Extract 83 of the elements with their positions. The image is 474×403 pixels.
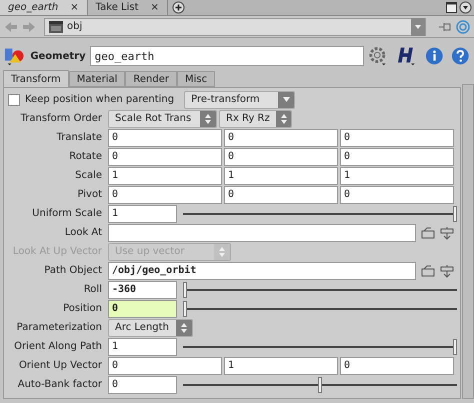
input-field[interactable]: 0 <box>108 186 222 204</box>
pin-icon[interactable] <box>438 20 452 32</box>
tab[interactable]: Render <box>125 71 177 87</box>
dropdown-arrow-icon[interactable] <box>282 97 290 102</box>
slider-handle[interactable] <box>453 206 457 222</box>
parameter-label: Pivot <box>76 188 103 202</box>
parameter-label: Position <box>62 302 103 316</box>
input-field[interactable]: 0 <box>340 356 454 374</box>
slider-handle[interactable] <box>453 338 457 354</box>
slider-track[interactable] <box>183 376 457 392</box>
node-chooser-icon[interactable] <box>421 264 435 276</box>
tab[interactable]: Transform <box>3 70 69 87</box>
checkbox[interactable] <box>8 94 20 106</box>
path-field[interactable]: obj <box>44 18 426 36</box>
slider-handle[interactable] <box>318 376 322 392</box>
node-type-label: Geometry <box>30 50 86 64</box>
input-field[interactable]: 1 <box>108 166 222 184</box>
shapes-icon[interactable] <box>4 46 26 66</box>
parameter-label: Auto-Bank factor <box>16 378 103 392</box>
input-field[interactable]: 0 <box>340 148 454 166</box>
help-icon[interactable] <box>451 46 470 66</box>
parameter-label: Parameterization <box>16 321 103 335</box>
clapperboard-icon <box>49 20 63 32</box>
slider-handle[interactable] <box>183 282 187 298</box>
scrollbar[interactable] <box>462 84 474 399</box>
input-field[interactable]: 1 <box>224 356 338 374</box>
parameter-label: Orient Along Path <box>13 340 103 354</box>
dropdown-menu[interactable]: Rx Ry Rz <box>219 110 292 128</box>
dropdown-menu[interactable]: Pre-transform <box>184 90 296 108</box>
parameter-label: Orient Up Vector <box>18 359 103 373</box>
close-icon[interactable]: × <box>70 0 79 14</box>
drop-target-icon[interactable] <box>440 264 454 278</box>
spinner-arrows-icon[interactable] <box>181 322 187 332</box>
parameter-label: Rotate <box>68 150 103 164</box>
close-icon[interactable]: × <box>150 0 159 15</box>
input-field[interactable]: 1 <box>108 204 177 222</box>
slider-handle[interactable] <box>183 300 187 316</box>
input-field[interactable]: 1 <box>340 166 454 184</box>
add-tab-icon[interactable] <box>172 1 185 14</box>
tab[interactable]: Misc <box>176 71 216 87</box>
parameter-label: Translate <box>56 131 103 145</box>
spinner-arrows-icon[interactable] <box>205 114 211 124</box>
input-field[interactable]: 1 <box>224 166 338 184</box>
parameter-label: Scale <box>74 169 103 183</box>
gear-icon[interactable] <box>368 45 386 67</box>
input-field[interactable]: 0 <box>224 128 338 146</box>
slider-track[interactable] <box>183 300 457 316</box>
pane-tab[interactable]: Take List × <box>88 0 168 15</box>
input-field[interactable]: -360 <box>108 280 177 298</box>
input-field[interactable]: /obj/geo_orbit <box>108 262 416 280</box>
input-field[interactable]: 0 <box>224 186 338 204</box>
pane-tab[interactable]: geo_earth × <box>0 0 88 15</box>
parameter-label: Uniform Scale <box>31 207 103 221</box>
h-logo-icon[interactable] <box>398 45 417 67</box>
drop-target-icon[interactable] <box>440 226 454 240</box>
input-field[interactable] <box>108 224 416 242</box>
parameter-label: Look At <box>64 226 103 240</box>
info-icon[interactable] <box>424 46 444 66</box>
input-field[interactable]: 0 <box>108 148 222 166</box>
slider-track[interactable] <box>183 206 457 222</box>
input-field[interactable]: 0 <box>108 128 222 146</box>
node-name-field[interactable]: geo_earth <box>90 46 364 66</box>
parameter-label: Roll <box>82 283 103 297</box>
node-chooser-icon[interactable] <box>421 226 435 238</box>
input-field[interactable]: 0 <box>224 148 338 166</box>
checkbox-label: Keep position when parenting <box>25 93 174 107</box>
spinner-arrows-icon[interactable] <box>280 114 287 124</box>
dropdown-menu[interactable]: Scale Rot Trans <box>108 110 217 128</box>
parameter-label: Transform Order <box>20 112 103 126</box>
parameter-label: Path Object <box>43 264 103 278</box>
tab[interactable]: Material <box>68 71 126 87</box>
input-field[interactable]: 1 <box>108 338 177 356</box>
dropdown-menu[interactable]: Arc Length <box>108 318 193 336</box>
dropdown-circle-icon[interactable] <box>459 1 472 14</box>
input-field[interactable]: 0 <box>108 356 222 374</box>
slider-track[interactable] <box>183 282 457 298</box>
input-field[interactable]: 0 <box>108 376 177 394</box>
maximize-icon[interactable] <box>446 2 457 13</box>
slider-track[interactable] <box>183 338 457 354</box>
input-field[interactable]: 0 <box>340 128 454 146</box>
input-field[interactable]: 0 <box>340 186 454 204</box>
input-field[interactable]: 0 <box>108 300 177 318</box>
path-text: obj <box>67 20 84 34</box>
